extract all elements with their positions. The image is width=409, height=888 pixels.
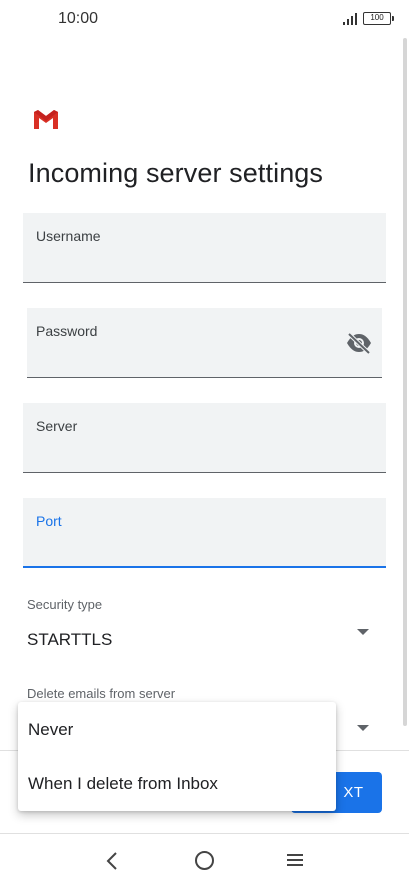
battery-icon: 100 — [363, 12, 394, 25]
dropdown-arrow-icon[interactable] — [357, 725, 369, 731]
status-bar: 10:00 100 — [0, 0, 409, 38]
eye-off-icon[interactable] — [346, 332, 372, 354]
security-type-select[interactable]: STARTTLS — [27, 630, 112, 650]
menu-item-label: When I delete from Inbox — [28, 774, 218, 793]
password-field[interactable]: Password — [27, 308, 382, 378]
menu-item-label: Never — [28, 720, 74, 739]
delete-emails-menu: Never When I delete from Inbox — [18, 702, 336, 811]
status-time: 10:00 — [58, 10, 99, 27]
dropdown-arrow-icon[interactable] — [357, 629, 369, 635]
username-field[interactable]: Username — [23, 213, 386, 283]
port-field[interactable]: Port — [23, 498, 386, 568]
scrollbar[interactable] — [403, 38, 407, 726]
home-icon[interactable] — [195, 851, 214, 870]
next-button-label: XT — [343, 784, 364, 801]
security-type-label: Security type — [27, 597, 103, 612]
delete-emails-label: Delete emails from server — [27, 686, 176, 701]
page-title: Incoming server settings — [28, 158, 324, 188]
menu-item-never[interactable]: Never — [18, 703, 336, 757]
server-field[interactable]: Server — [23, 403, 386, 473]
port-label: Port — [36, 513, 62, 529]
password-label: Password — [36, 323, 98, 339]
menu-item-when-delete-from-inbox[interactable]: When I delete from Inbox — [18, 757, 336, 811]
gmail-logo — [34, 110, 58, 129]
back-icon[interactable] — [104, 851, 120, 871]
recents-icon[interactable] — [286, 853, 304, 867]
server-label: Server — [36, 418, 78, 434]
signal-icon — [343, 13, 357, 25]
username-label: Username — [36, 228, 101, 244]
